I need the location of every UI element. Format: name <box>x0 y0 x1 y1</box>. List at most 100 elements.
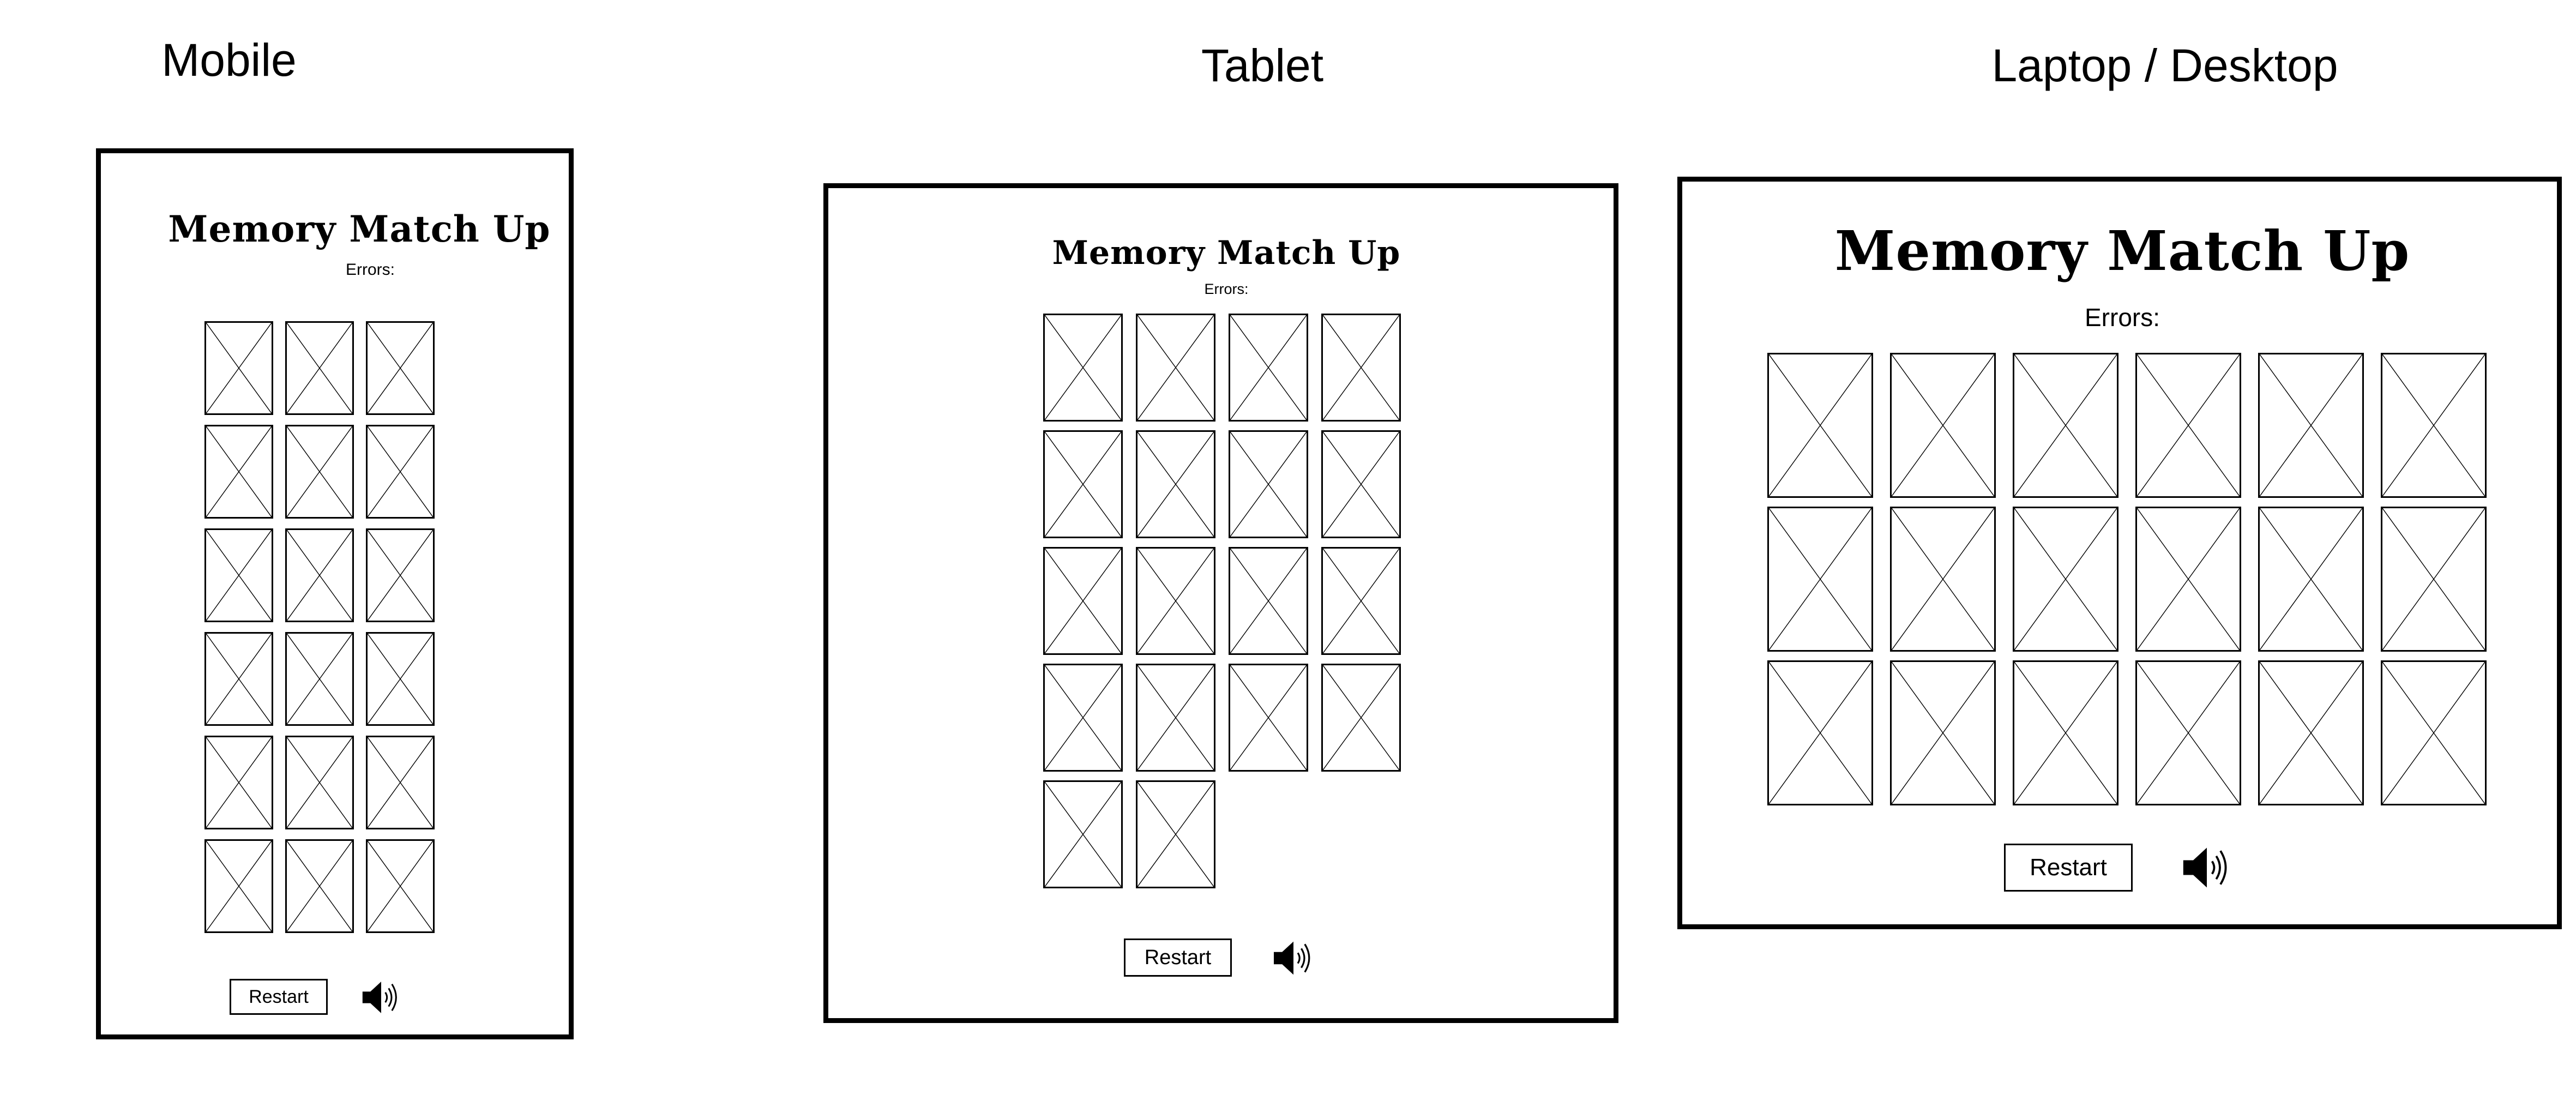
image-placeholder-icon <box>1230 665 1307 770</box>
memory-card-tile[interactable] <box>2135 660 2241 805</box>
tablet-frame: Memory Match Up Errors: Restart <box>823 183 1618 1023</box>
memory-card-tile[interactable] <box>2258 353 2364 498</box>
memory-card-tile[interactable] <box>285 321 354 415</box>
memory-card-tile[interactable] <box>1890 507 1996 652</box>
memory-card-tile[interactable] <box>2013 353 2118 498</box>
memory-card-tile[interactable] <box>1229 547 1308 655</box>
memory-card-tile[interactable] <box>366 425 435 519</box>
speaker-icon[interactable] <box>1270 936 1317 980</box>
memory-card-tile[interactable] <box>1767 507 1873 652</box>
image-placeholder-icon <box>1137 665 1214 770</box>
memory-card-tile[interactable] <box>1229 314 1308 422</box>
image-placeholder-icon <box>287 426 352 517</box>
image-placeholder-icon <box>2014 354 2117 496</box>
memory-card-tile[interactable] <box>1321 430 1401 538</box>
memory-card-tile[interactable] <box>1890 660 1996 805</box>
image-placeholder-icon <box>1045 665 1121 770</box>
image-placeholder-icon <box>2260 354 2362 496</box>
image-placeholder-icon <box>2382 662 2485 804</box>
memory-card-tile[interactable] <box>366 632 435 726</box>
memory-card-tile[interactable] <box>285 736 354 829</box>
image-placeholder-icon <box>1323 549 1399 653</box>
memory-card-tile[interactable] <box>1321 547 1401 655</box>
memory-card-tile[interactable] <box>2258 660 2364 805</box>
view-label-desktop: Laptop / Desktop <box>1991 40 2338 91</box>
image-placeholder-icon <box>1045 432 1121 537</box>
image-placeholder-icon <box>2137 662 2240 804</box>
image-placeholder-icon <box>1323 432 1399 537</box>
image-placeholder-icon <box>1137 549 1214 653</box>
memory-card-tile[interactable] <box>2381 353 2487 498</box>
speaker-icon[interactable] <box>2178 841 2235 894</box>
memory-card-tile[interactable] <box>2258 507 2364 652</box>
memory-card-tile[interactable] <box>1043 780 1123 888</box>
memory-card-tile[interactable] <box>2013 660 2118 805</box>
memory-card-tile[interactable] <box>1767 660 1873 805</box>
image-placeholder-icon <box>368 634 433 724</box>
image-placeholder-icon <box>2137 508 2240 650</box>
memory-card-tile[interactable] <box>204 528 273 622</box>
image-placeholder-icon <box>1137 315 1214 420</box>
mobile-frame: Memory Match Up Errors: Restart <box>96 148 574 1039</box>
page-title: Memory Match Up <box>168 208 551 250</box>
memory-card-tile[interactable] <box>285 632 354 726</box>
memory-card-tile[interactable] <box>1229 664 1308 772</box>
memory-card-tile[interactable] <box>204 632 273 726</box>
memory-card-tile[interactable] <box>204 839 273 933</box>
restart-button[interactable]: Restart <box>230 979 328 1015</box>
image-placeholder-icon <box>368 323 433 413</box>
memory-card-tile[interactable] <box>204 425 273 519</box>
image-placeholder-icon <box>368 426 433 517</box>
image-placeholder-icon <box>368 530 433 621</box>
memory-card-tile[interactable] <box>2381 660 2487 805</box>
image-placeholder-icon <box>287 737 352 828</box>
image-placeholder-icon <box>1892 508 1994 650</box>
restart-button[interactable]: Restart <box>1124 938 1232 977</box>
image-placeholder-icon <box>1230 549 1307 653</box>
memory-card-tile[interactable] <box>366 839 435 933</box>
speaker-icon[interactable] <box>359 977 403 1018</box>
memory-card-tile[interactable] <box>2135 353 2241 498</box>
memory-card-tile[interactable] <box>1136 664 1215 772</box>
memory-card-tile[interactable] <box>1136 430 1215 538</box>
memory-card-tile[interactable] <box>1136 547 1215 655</box>
memory-card-tile[interactable] <box>1767 353 1873 498</box>
memory-card-tile[interactable] <box>366 528 435 622</box>
memory-card-tile[interactable] <box>1321 314 1401 422</box>
memory-card-tile[interactable] <box>285 839 354 933</box>
image-placeholder-icon <box>2137 354 2240 496</box>
page-title: Memory Match Up <box>1052 234 1401 272</box>
image-placeholder-icon <box>1045 549 1121 653</box>
image-placeholder-icon <box>2260 508 2362 650</box>
memory-card-tile[interactable] <box>1890 353 1996 498</box>
memory-card-tile[interactable] <box>1043 664 1123 772</box>
view-label-mobile: Mobile <box>161 34 297 86</box>
image-placeholder-icon <box>1137 782 1214 887</box>
memory-card-tile[interactable] <box>1136 780 1215 888</box>
memory-card-tile[interactable] <box>285 425 354 519</box>
memory-card-tile[interactable] <box>1043 314 1123 422</box>
errors-counter: Errors: <box>346 261 395 279</box>
view-label-tablet: Tablet <box>1201 40 1324 91</box>
memory-card-tile[interactable] <box>1229 430 1308 538</box>
image-placeholder-icon <box>2014 662 2117 804</box>
image-placeholder-icon <box>1230 315 1307 420</box>
restart-button[interactable]: Restart <box>2004 844 2133 892</box>
memory-card-tile[interactable] <box>1321 664 1401 772</box>
memory-card-tile[interactable] <box>285 528 354 622</box>
memory-card-tile[interactable] <box>2381 507 2487 652</box>
image-placeholder-icon <box>287 634 352 724</box>
image-placeholder-icon <box>287 323 352 413</box>
memory-card-tile[interactable] <box>2013 507 2118 652</box>
memory-card-tile[interactable] <box>2135 507 2241 652</box>
memory-card-tile[interactable] <box>204 321 273 415</box>
memory-card-tile[interactable] <box>1136 314 1215 422</box>
memory-card-tile[interactable] <box>366 736 435 829</box>
image-placeholder-icon <box>287 530 352 621</box>
image-placeholder-icon <box>1230 432 1307 537</box>
memory-card-tile[interactable] <box>204 736 273 829</box>
memory-card-tile[interactable] <box>1043 430 1123 538</box>
memory-card-tile[interactable] <box>1043 547 1123 655</box>
image-placeholder-icon <box>1769 662 1871 804</box>
memory-card-tile[interactable] <box>366 321 435 415</box>
